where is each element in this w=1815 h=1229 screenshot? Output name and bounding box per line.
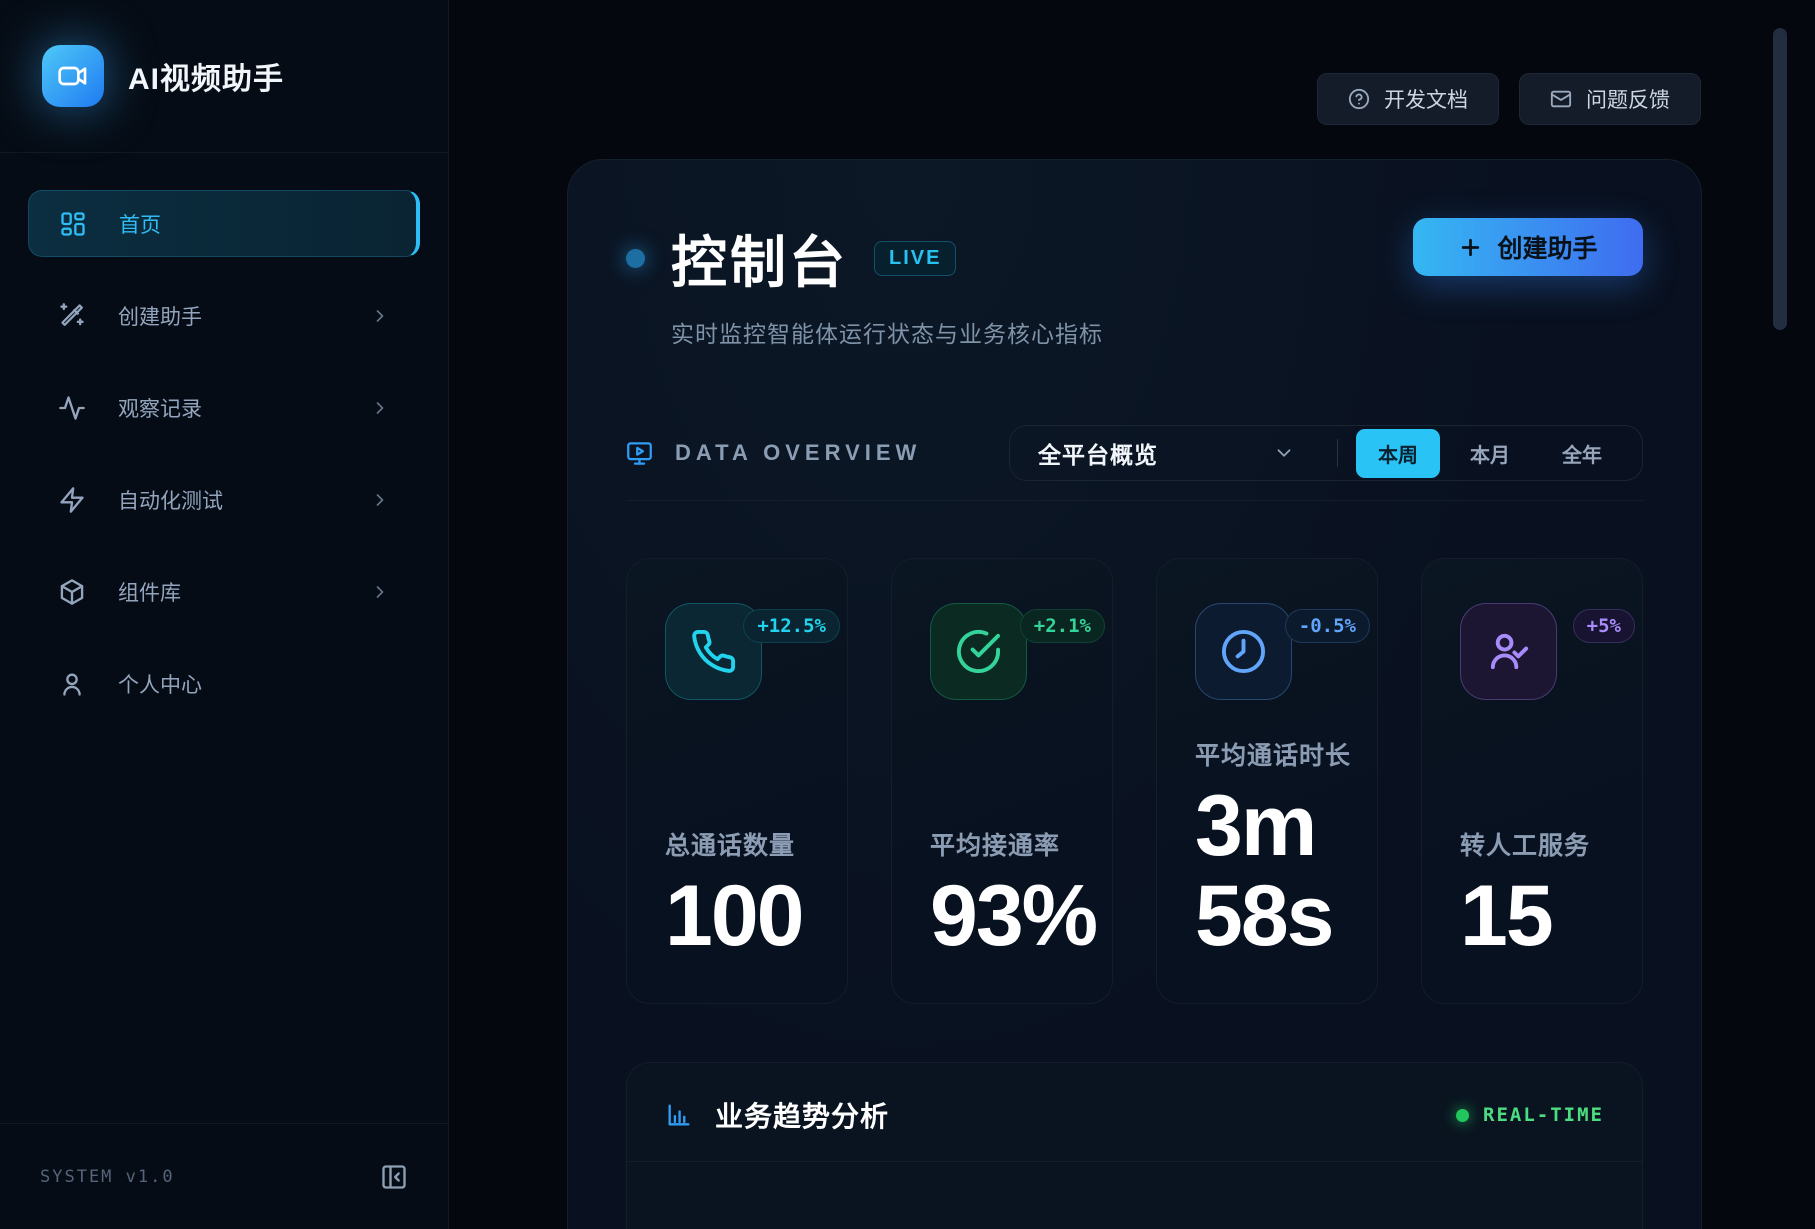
overview-controls: 全平台概览 本周 本月 全年 — [1009, 425, 1643, 481]
app-logo — [42, 45, 104, 107]
realtime-badge: REAL-TIME — [1456, 1104, 1604, 1126]
stat-delta-badge: +5% — [1573, 609, 1635, 643]
realtime-label: REAL-TIME — [1483, 1104, 1604, 1126]
tab-this-month[interactable]: 本月 — [1448, 429, 1532, 478]
sidebar-nav: 首页 创建助手 观察记录 自动化测试 — [0, 153, 448, 1123]
monitor-play-icon — [626, 440, 653, 467]
check-circle-icon — [955, 628, 1002, 675]
sidebar-item-label: 创建助手 — [118, 301, 202, 331]
sidebar-item-observation-log[interactable]: 观察记录 — [28, 374, 420, 441]
sidebar-item-label: 个人中心 — [118, 669, 202, 699]
sidebar-item-label: 观察记录 — [118, 393, 202, 423]
zap-icon — [58, 486, 86, 514]
panel-collapse-icon — [380, 1163, 408, 1191]
sidebar-item-label: 首页 — [119, 209, 161, 239]
feedback-label: 问题反馈 — [1586, 84, 1670, 114]
feedback-button[interactable]: 问题反馈 — [1519, 73, 1701, 125]
user-icon — [58, 670, 86, 698]
live-badge: LIVE — [874, 241, 956, 276]
platform-select-value: 全平台概览 — [1038, 436, 1158, 470]
bar-chart-icon — [665, 1101, 693, 1129]
brand: AI视频助手 — [0, 0, 448, 153]
stat-card-total-calls: +12.5% 总通话数量 100 — [626, 558, 848, 1004]
stat-label: 平均通话时长 — [1195, 736, 1373, 772]
stat-card-human-transfer: +5% 转人工服务 15 — [1421, 558, 1643, 1004]
page-subtitle: 实时监控智能体运行状态与业务核心指标 — [671, 315, 1103, 349]
trend-header: 业务趋势分析 REAL-TIME — [627, 1063, 1642, 1162]
sidebar-item-label: 组件库 — [118, 577, 181, 607]
data-overview-label: DATA OVERVIEW — [675, 440, 921, 466]
tab-full-year[interactable]: 全年 — [1540, 429, 1624, 478]
dashboard-icon — [59, 210, 87, 238]
tab-this-week[interactable]: 本周 — [1356, 429, 1440, 478]
create-assistant-label: 创建助手 — [1497, 229, 1597, 265]
stat-value: 15 — [1460, 872, 1638, 961]
period-tabs: 本周 本月 全年 — [1338, 429, 1642, 478]
system-version: SYSTEM v1.0 — [40, 1167, 175, 1187]
sidebar-collapse-button[interactable] — [380, 1163, 408, 1191]
console-panel: 控制台 LIVE 实时监控智能体运行状态与业务核心指标 创建助手 DATA OV… — [567, 159, 1702, 1229]
stat-label: 平均接通率 — [930, 826, 1108, 862]
plus-icon — [1458, 235, 1483, 260]
sidebar-item-personal-center[interactable]: 个人中心 — [28, 650, 420, 717]
status-dot — [626, 249, 645, 268]
chevron-right-icon — [370, 582, 390, 602]
stat-value: 3m 58s — [1195, 782, 1373, 961]
stat-delta-badge: +12.5% — [743, 609, 840, 643]
stat-label: 总通话数量 — [665, 826, 843, 862]
stat-label: 转人工服务 — [1460, 826, 1638, 862]
create-assistant-button[interactable]: 创建助手 — [1413, 218, 1643, 276]
dev-docs-label: 开发文档 — [1384, 84, 1468, 114]
box-icon — [58, 578, 86, 606]
sidebar-item-create-assistant[interactable]: 创建助手 — [28, 282, 420, 349]
console-header: 控制台 LIVE 实时监控智能体运行状态与业务核心指标 创建助手 — [626, 218, 1643, 349]
video-camera-icon — [57, 60, 89, 92]
stat-card-avg-duration: -0.5% 平均通话时长 3m 58s — [1156, 558, 1378, 1004]
sidebar: AI视频助手 首页 创建助手 观察记录 — [0, 0, 449, 1229]
stat-delta-badge: +2.1% — [1020, 609, 1105, 643]
section-divider — [626, 500, 1643, 501]
stat-value: 93% — [930, 872, 1108, 961]
app-title: AI视频助手 — [128, 54, 284, 98]
stat-value: 100 — [665, 872, 843, 961]
clock-icon — [1220, 628, 1267, 675]
sidebar-item-home[interactable]: 首页 — [28, 190, 420, 257]
phone-icon — [690, 628, 737, 675]
stat-icon-tile — [1460, 603, 1557, 700]
sidebar-item-label: 自动化测试 — [118, 485, 223, 515]
dev-docs-button[interactable]: 开发文档 — [1317, 73, 1499, 125]
topbar: 开发文档 问题反馈 — [1317, 73, 1701, 125]
page-title: 控制台 — [671, 218, 848, 299]
stats-row: +12.5% 总通话数量 100 +2.1% 平均接通率 93% -0.5% 平… — [626, 558, 1643, 1004]
user-check-icon — [1485, 628, 1532, 675]
vertical-scrollbar[interactable] — [1773, 28, 1787, 330]
trend-analysis-card: 业务趋势分析 REAL-TIME — [626, 1062, 1643, 1229]
help-circle-icon — [1348, 88, 1370, 110]
stat-card-answer-rate: +2.1% 平均接通率 93% — [891, 558, 1113, 1004]
stat-icon-tile — [930, 603, 1027, 700]
realtime-dot-icon — [1456, 1109, 1469, 1122]
sidebar-footer: SYSTEM v1.0 — [0, 1123, 448, 1229]
chevron-right-icon — [370, 490, 390, 510]
sidebar-item-component-library[interactable]: 组件库 — [28, 558, 420, 625]
mail-icon — [1550, 88, 1572, 110]
sidebar-item-automated-testing[interactable]: 自动化测试 — [28, 466, 420, 533]
wand-icon — [58, 302, 86, 330]
chevron-down-icon — [1273, 442, 1295, 464]
trend-title: 业务趋势分析 — [715, 1095, 889, 1135]
chevron-right-icon — [370, 306, 390, 326]
platform-select[interactable]: 全平台概览 — [1010, 436, 1337, 470]
activity-icon — [58, 394, 86, 422]
data-overview-heading: DATA OVERVIEW — [626, 440, 921, 467]
data-overview-row: DATA OVERVIEW 全平台概览 本周 本月 全年 — [626, 425, 1643, 481]
stat-delta-badge: -0.5% — [1285, 609, 1370, 643]
stat-icon-tile — [1195, 603, 1292, 700]
chevron-right-icon — [370, 398, 390, 418]
